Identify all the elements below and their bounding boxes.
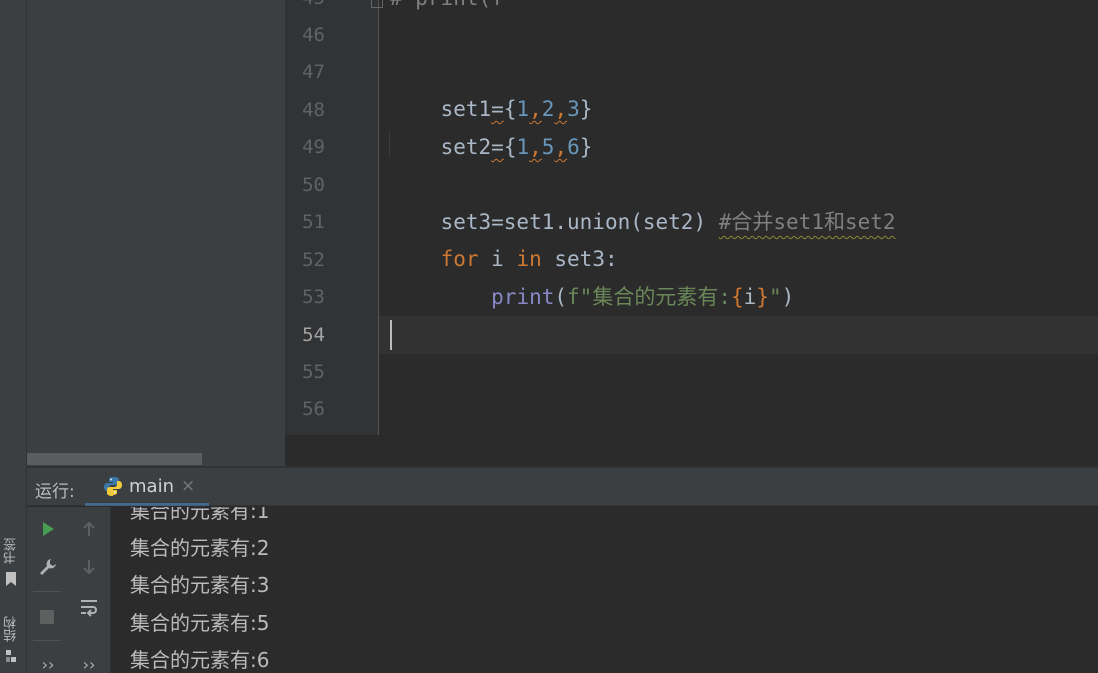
line-number: 50: [302, 174, 325, 196]
gutter-divider: [378, 0, 379, 435]
toolbar-separator: [33, 591, 61, 592]
soft-wrap-icon: [81, 600, 97, 617]
code-line-47: set1={1,2,3}: [390, 54, 593, 121]
code-builtin: print: [491, 285, 555, 309]
code-token: ): [781, 285, 795, 309]
code-token: 1: [516, 135, 530, 159]
code-line-50: set3=set1.union(set2) #合并set1和set2: [390, 167, 896, 234]
line-number-current: 54: [302, 324, 325, 346]
text-caret: [390, 320, 392, 350]
scroll-up-button[interactable]: [77, 517, 101, 541]
horizontal-scrollbar[interactable]: [27, 453, 202, 465]
more-actions-button[interactable]: ››: [77, 652, 101, 673]
up-arrow-icon: [83, 521, 95, 536]
code-comment: #合并set1和set2: [718, 210, 896, 234]
code-line-52: print(f"集合的元素有:{i}"): [390, 242, 794, 309]
code-string: ": [768, 285, 782, 309]
code-token: 5: [541, 135, 555, 159]
editor-empty-area[interactable]: [285, 435, 1098, 467]
code-token: (: [554, 285, 568, 309]
fold-marker-icon[interactable]: [371, 0, 383, 8]
line-number: 46: [302, 24, 325, 46]
code-line-51: for i in set3:: [390, 204, 618, 271]
line-number: 51: [302, 211, 325, 233]
bookmark-icon[interactable]: [4, 571, 18, 587]
run-toolbar: ›› ››: [27, 507, 111, 673]
code-token: i: [743, 285, 757, 309]
line-number: 56: [302, 398, 325, 420]
left-tool-strip: 书签 结构: [0, 0, 27, 673]
code-editor[interactable]: 45 46 47 48 49 50 51 52 53 54 55 56 # pr…: [285, 0, 1098, 435]
line-number: 55: [302, 361, 325, 383]
code-string: f"集合的元素有:: [567, 285, 731, 309]
current-line-highlight: [379, 316, 1098, 354]
tab-label: main: [129, 476, 174, 497]
tab-main[interactable]: main ×: [85, 468, 209, 506]
code-token: set2: [440, 135, 492, 159]
down-arrow-icon: [83, 560, 95, 575]
structure-tab[interactable]: 结构: [2, 612, 22, 646]
code-token: }: [756, 285, 769, 309]
line-number: 49: [302, 136, 325, 158]
close-icon[interactable]: ×: [181, 476, 195, 496]
output-line: 集合的元素有:1: [130, 507, 270, 523]
scroll-down-button[interactable]: [77, 555, 101, 579]
stop-button[interactable]: [35, 605, 59, 629]
run-panel-header: 运行: main ×: [27, 468, 1098, 506]
code-token: ,: [529, 135, 542, 159]
code-token: 6: [567, 135, 580, 159]
run-button[interactable]: [36, 517, 60, 541]
code-token: {: [730, 285, 744, 309]
more-actions-button[interactable]: ››: [36, 652, 60, 673]
console-output[interactable]: 集合的元素有:1 集合的元素有:2 集合的元素有:3 集合的元素有:5 集合的元…: [111, 507, 1098, 673]
stop-icon: [40, 610, 54, 624]
code-token: ,: [554, 135, 568, 159]
output-line: 集合的元素有:6: [130, 648, 270, 672]
toolbar-separator: [33, 640, 61, 641]
bookmarks-tab[interactable]: 书签: [2, 534, 22, 568]
soft-wrap-button[interactable]: [77, 595, 101, 619]
code-line-45: # print(f: [390, 0, 504, 17]
line-number: 53: [302, 286, 325, 308]
wrench-icon: [40, 559, 56, 575]
line-number: 47: [302, 61, 325, 83]
tab-active-indicator: [85, 503, 209, 506]
run-icon: [43, 522, 54, 536]
python-icon: [104, 477, 122, 496]
project-panel: [27, 0, 285, 467]
output-line: 集合的元素有:2: [130, 536, 270, 560]
output-line: 集合的元素有:5: [130, 611, 270, 635]
code-line-48: set2={1,5,6}: [390, 92, 593, 159]
settings-button[interactable]: [36, 555, 60, 579]
code-token: =: [491, 135, 504, 159]
line-number: 45: [285, 0, 325, 17]
line-number: 52: [302, 249, 325, 271]
structure-icon[interactable]: [4, 648, 18, 664]
code-token: {: [503, 135, 517, 159]
line-number: 48: [302, 99, 325, 121]
code-token: }: [579, 135, 593, 159]
run-label: 运行:: [35, 482, 75, 502]
output-line: 集合的元素有:3: [130, 573, 270, 597]
